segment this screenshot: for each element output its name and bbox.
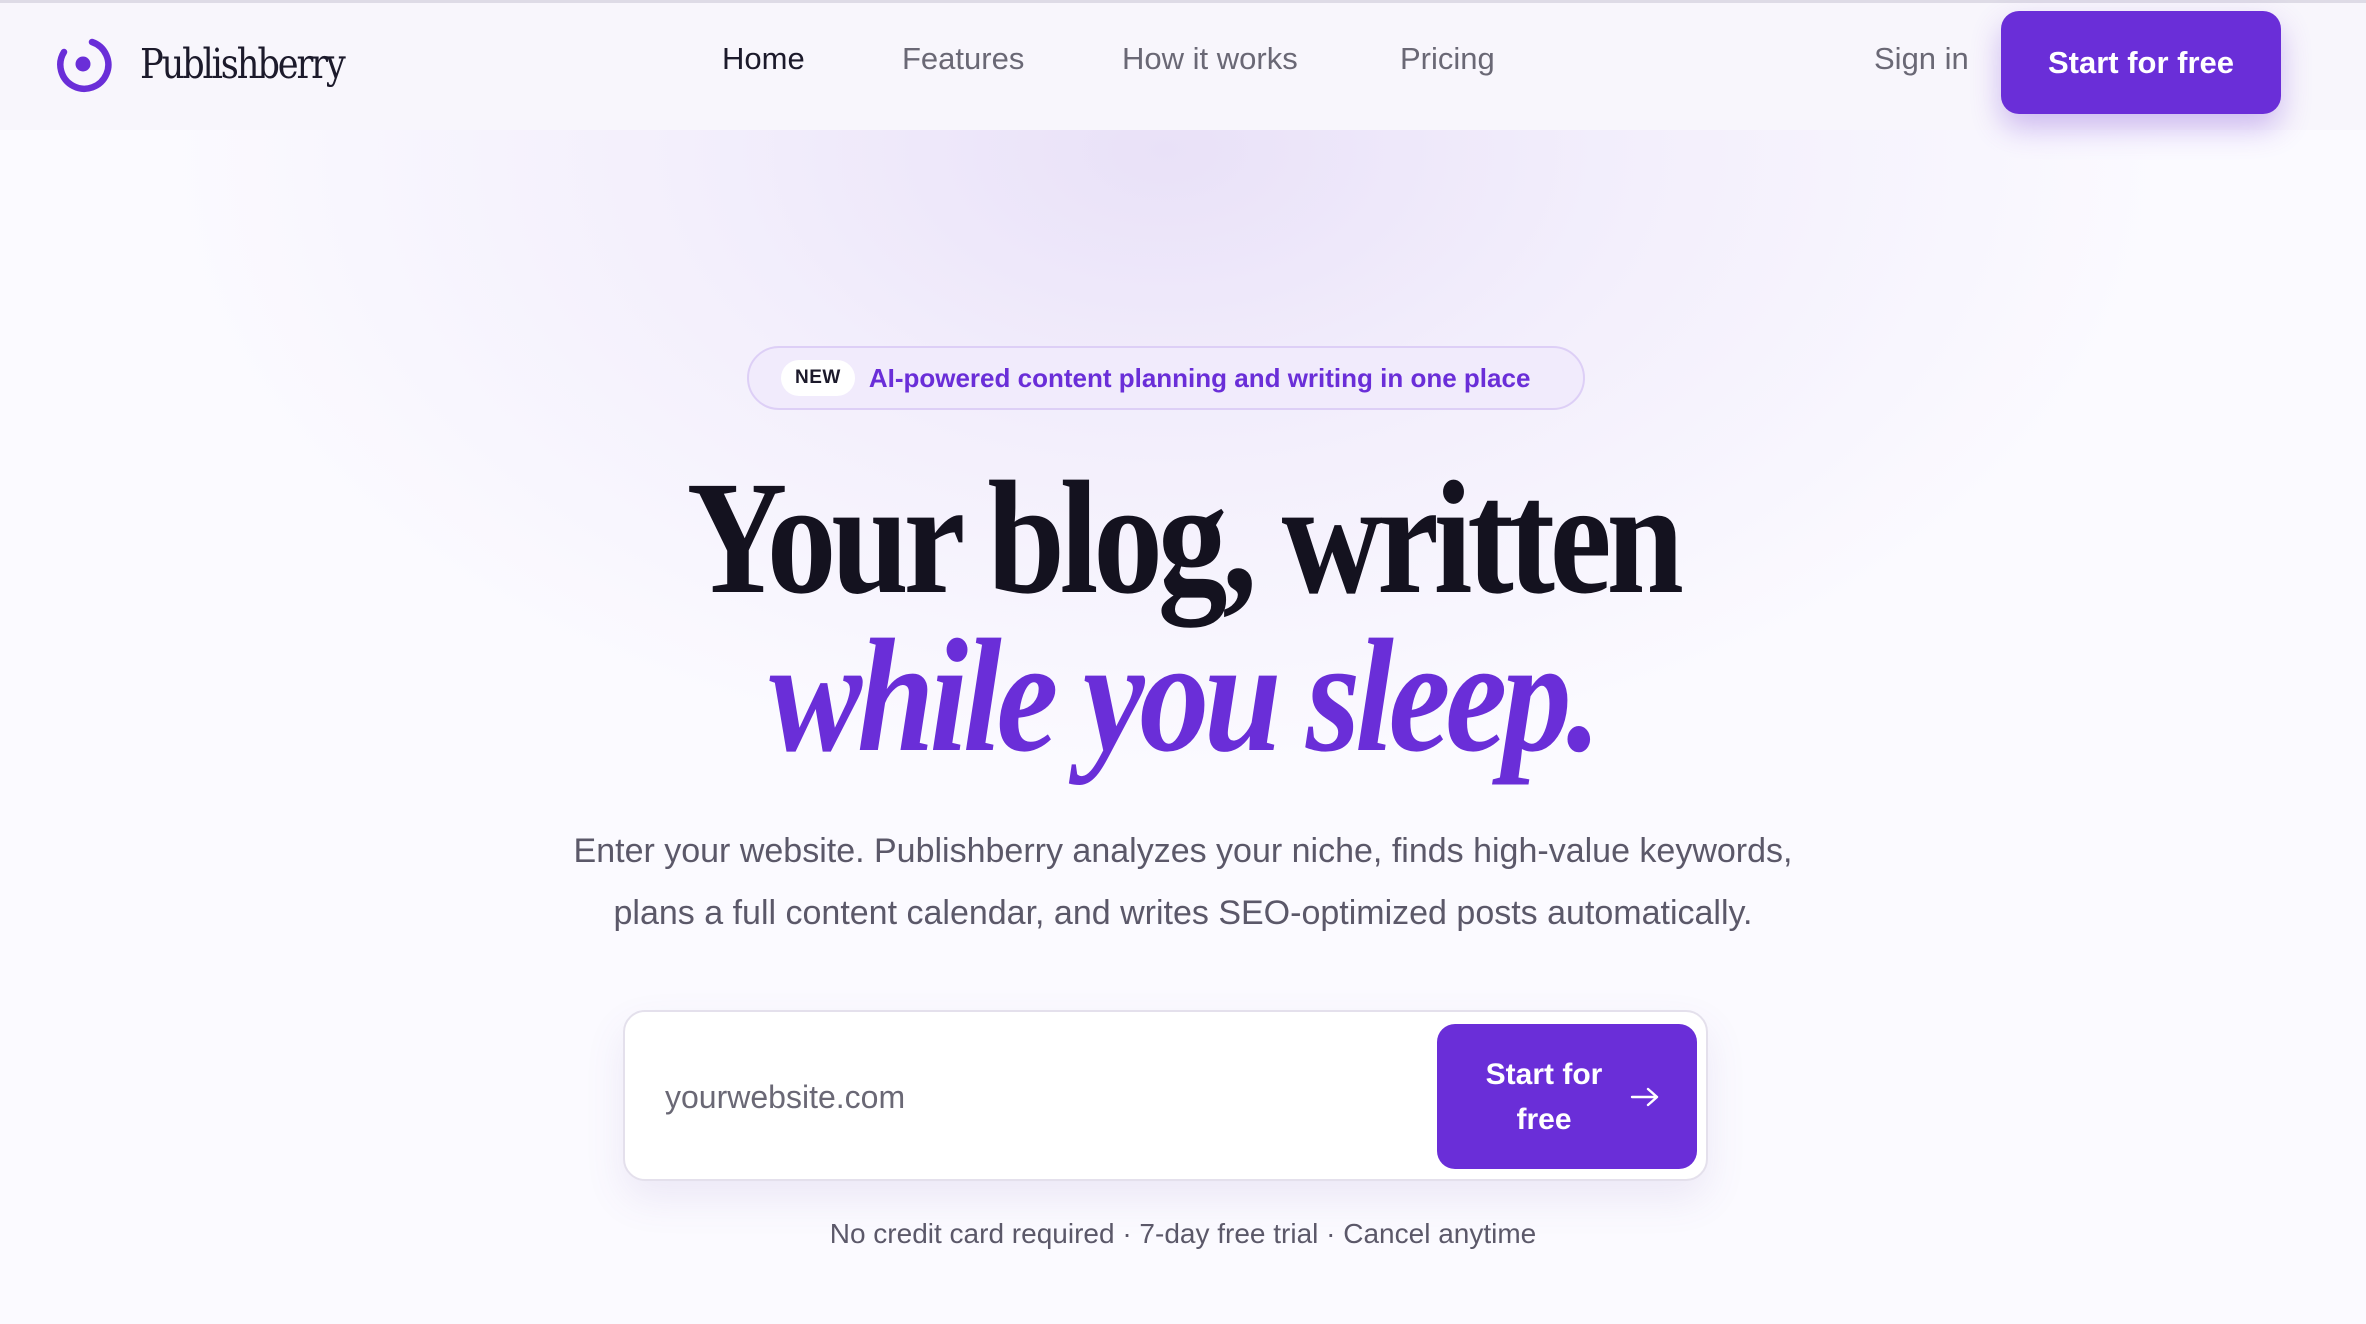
start-for-free-form-label: Start for free bbox=[1485, 1057, 1603, 1136]
signup-form: Start for free bbox=[623, 1010, 1708, 1181]
trial-footnote: No credit card required · 7-day free tri… bbox=[829, 1218, 1537, 1249]
headline-line-2: while you sleep. bbox=[769, 607, 1602, 786]
top-nav: Publishberry Home Features How it works … bbox=[0, 0, 2366, 130]
website-input[interactable] bbox=[665, 1052, 1425, 1142]
nav-link-home[interactable]: Home bbox=[722, 41, 805, 77]
arrow-right-icon bbox=[1630, 1087, 1659, 1106]
start-for-free-form-button[interactable]: Start for free bbox=[1437, 1024, 1697, 1169]
brand[interactable]: Publishberry bbox=[52, 31, 377, 97]
subtitle-line-2: plans a full content calendar, and write… bbox=[613, 894, 1753, 932]
brand-name: Publishberry bbox=[140, 40, 346, 88]
hero-subtitle: Enter your website. Publishberry analyze… bbox=[0, 820, 2366, 944]
nav-link-how-it-works[interactable]: How it works bbox=[1122, 41, 1298, 77]
landing-page: Publishberry Home Features How it works … bbox=[0, 0, 2366, 1324]
announcement-badge[interactable]: NEW AI-powered content planning and writ… bbox=[747, 346, 1585, 410]
new-tag: NEW bbox=[781, 360, 855, 396]
start-for-free-nav-button[interactable]: Start for free bbox=[2001, 11, 2281, 114]
announcement-text: AI-powered content planning and writing … bbox=[868, 362, 1531, 393]
subtitle-line-1: Enter your website. Publishberry analyze… bbox=[573, 832, 1793, 870]
sign-in-link[interactable]: Sign in bbox=[1874, 41, 1969, 77]
ring-dot-logo-icon bbox=[57, 38, 112, 92]
nav-link-pricing[interactable]: Pricing bbox=[1400, 41, 1495, 77]
nav-link-features[interactable]: Features bbox=[902, 41, 1024, 77]
